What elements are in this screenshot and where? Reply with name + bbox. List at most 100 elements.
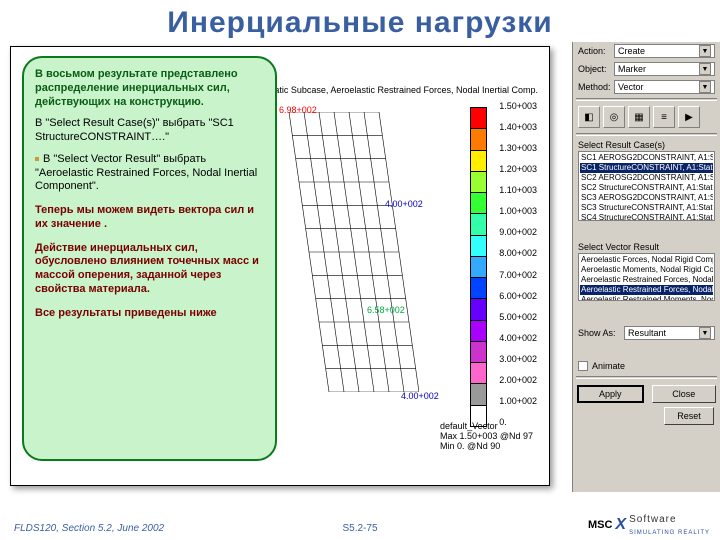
legend-segment: [470, 362, 487, 383]
close-button[interactable]: Close: [652, 385, 717, 403]
legend-stats-min: Min 0. @Nd 90: [440, 441, 533, 451]
object-value: Marker: [618, 64, 646, 74]
callout-note-3: Все результаты приведены ниже: [35, 307, 264, 321]
legend-tick: 9.00+002: [499, 227, 537, 237]
object-dropdown[interactable]: Marker ▼: [614, 62, 715, 76]
legend-tick: 5.00+002: [499, 312, 537, 322]
chevron-down-icon: ▼: [699, 81, 711, 93]
legend-tick: 1.40+003: [499, 122, 537, 132]
animate-label: Animate: [592, 361, 625, 371]
chevron-down-icon: ▼: [699, 45, 711, 57]
footer-brand: MSC X Software SIMULATING REALITY: [588, 513, 710, 537]
list-item[interactable]: SC1 AEROSG2DCONSTRAINT, A1:Stat: [580, 153, 713, 163]
legend-stats-title: default_Vector: [440, 421, 533, 431]
legend-segment: [470, 277, 487, 298]
legend-tick: 4.00+002: [499, 333, 537, 343]
list-item[interactable]: SC2 AEROSG2DCONSTRAINT, A1:Stat: [580, 173, 713, 183]
legend-tick: 1.50+003: [499, 101, 537, 111]
showas-label: Show As:: [578, 328, 624, 338]
brand-tagline: SIMULATING REALITY: [629, 530, 710, 536]
footer: FLDS120, Section 5.2, June 2002 S5.2-75 …: [0, 516, 720, 536]
vector-label-b: 4.00+002: [385, 199, 423, 209]
list-item[interactable]: Aeroelastic Moments, Nodal Rigid Comp: [580, 265, 713, 275]
select-vector-label: Select Vector Result: [573, 240, 720, 252]
bullet-icon: [35, 157, 39, 161]
legend-tick: 3.00+002: [499, 354, 537, 364]
legend-tick: 1.00+003: [499, 206, 537, 216]
list-item[interactable]: SC4 StructureCONSTRAINT, A1:Static O: [580, 213, 713, 221]
select-case-label: Select Result Case(s): [573, 138, 720, 150]
footer-page-number: S5.2-75: [342, 523, 377, 534]
vector-label-d: 4.00+002: [401, 391, 439, 401]
footer-doc-ref: FLDS120, Section 5.2, June 2002: [14, 523, 164, 534]
legend-tick: 7.00+002: [499, 270, 537, 280]
results-panel: Action: Create ▼ Object: Marker ▼ Method…: [572, 42, 720, 492]
divider: [576, 376, 717, 379]
callout-step-1: В "Select Result Case(s)" выбрать "SC1 S…: [35, 117, 264, 145]
callout-intro: В восьмом результате представлено распре…: [35, 68, 264, 109]
showas-dropdown[interactable]: Resultant ▼: [624, 326, 715, 340]
legend-segment: [470, 320, 487, 341]
brand-software: Software: [629, 514, 676, 525]
divider: [576, 98, 717, 101]
legend-stats: default_Vector Max 1.50+003 @Nd 97 Min 0…: [440, 421, 533, 451]
legend-segment: [470, 341, 487, 362]
tool-target-icon[interactable]: ◎: [603, 106, 625, 128]
action-dropdown[interactable]: Create ▼: [614, 44, 715, 58]
list-item[interactable]: Aeroelastic Restrained Moments, Noda: [580, 295, 713, 301]
legend-segment: [470, 256, 487, 277]
content-area: 0:56.35 T, A1:Static Subcase, Aeroelasti…: [0, 42, 720, 502]
reset-button[interactable]: Reset: [664, 407, 714, 425]
result-case-listbox[interactable]: SC1 AEROSG2DCONSTRAINT, A1:StatSC1 Struc…: [578, 151, 715, 221]
legend-segment: [470, 150, 487, 171]
legend-tick: 2.00+002: [499, 375, 537, 385]
divider: [576, 133, 717, 136]
page-title: Инерциальные нагрузки: [0, 0, 720, 42]
animate-checkbox[interactable]: [578, 361, 588, 371]
callout-step-2: В "Select Vector Result" выбрать "Aeroel…: [35, 153, 264, 194]
legend-tick: 1.00+002: [499, 396, 537, 406]
object-label: Object:: [578, 64, 614, 74]
chevron-down-icon: ▼: [699, 63, 711, 75]
legend-tick: 1.30+003: [499, 143, 537, 153]
action-label: Action:: [578, 46, 614, 56]
tool-options-icon[interactable]: ≡: [653, 106, 675, 128]
color-legend: [470, 107, 487, 427]
chevron-down-icon: ▼: [699, 327, 711, 339]
legend-tick: 1.20+003: [499, 164, 537, 174]
color-legend-labels: 1.50+003 1.40+003 1.30+003 1.20+003 1.10+003…: [499, 101, 537, 427]
list-item[interactable]: SC3 AEROSG2DCONSTRAINT, A1:Stat: [580, 193, 713, 203]
vector-label-c: 6.58+002: [367, 305, 405, 315]
vector-result-listbox[interactable]: Aeroelastic Forces, Nodal Rigid CompoAer…: [578, 253, 715, 301]
action-value: Create: [618, 46, 645, 56]
legend-segment: [470, 128, 487, 149]
list-item[interactable]: SC3 StructureCONSTRAINT, A1:Static O: [580, 203, 713, 213]
apply-button[interactable]: Apply: [577, 385, 644, 403]
brand-msc: MSC: [588, 519, 612, 531]
legend-segment: [470, 107, 487, 128]
list-item[interactable]: SC2 StructureCONSTRAINT, A1:Static O: [580, 183, 713, 193]
callout-note-1: Теперь мы можем видеть вектора сил и их …: [35, 204, 264, 232]
showas-value: Resultant: [628, 328, 666, 338]
list-item[interactable]: Aeroelastic Restrained Forces, Nodal I: [580, 285, 713, 295]
legend-segment: [470, 171, 487, 192]
vector-label-a: 6.98+002: [279, 105, 317, 115]
legend-stats-max: Max 1.50+003 @Nd 97: [440, 431, 533, 441]
fe-mesh: [279, 112, 419, 392]
method-dropdown[interactable]: Vector ▼: [614, 80, 715, 94]
list-item[interactable]: SC1 StructureCONSTRAINT, A1:Static: [580, 163, 713, 173]
list-item[interactable]: Aeroelastic Forces, Nodal Rigid Compo: [580, 255, 713, 265]
legend-tick: 1.10+003: [499, 185, 537, 195]
method-label: Method:: [578, 82, 614, 92]
legend-segment: [470, 298, 487, 319]
legend-tick: 8.00+002: [499, 248, 537, 258]
tool-fringe-icon[interactable]: ◧: [578, 106, 600, 128]
list-item[interactable]: Aeroelastic Restrained Forces, Nodal E: [580, 275, 713, 285]
legend-segment: [470, 383, 487, 404]
method-value: Vector: [618, 82, 644, 92]
legend-segment: [470, 213, 487, 234]
legend-segment: [470, 192, 487, 213]
brand-x-icon: X: [615, 516, 626, 534]
tool-play-icon[interactable]: ▶: [678, 106, 700, 128]
tool-display-icon[interactable]: ▦: [628, 106, 650, 128]
